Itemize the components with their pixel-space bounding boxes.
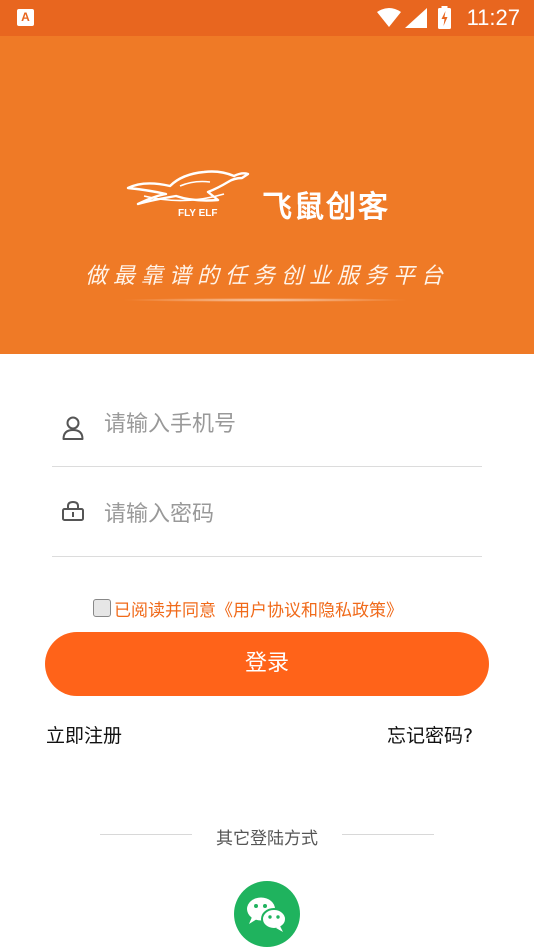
password-input[interactable] [104,494,464,534]
status-bar: A 11:27 [0,0,534,36]
signal-icon [405,8,427,28]
phone-input[interactable] [104,404,464,444]
register-link[interactable]: 立即注册 [46,721,122,748]
status-time: 11:27 [466,5,520,30]
brand-name: 飞鼠创客 [262,190,390,225]
slogan-underline [120,298,410,302]
wechat-icon [247,897,287,932]
lock-icon [62,501,84,521]
password-field [52,466,482,557]
agreement-text[interactable]: 已阅读并同意《用户协议和隐私政策》 [114,596,403,621]
agreement-checkbox[interactable] [93,599,111,617]
login-button[interactable]: 登录 [45,632,489,696]
slogan: 做最靠谱的任务创业服务平台 [84,264,449,289]
app-notification-icon: A [17,9,34,26]
agreement-row: 已阅读并同意《用户协议和隐私政策》 [93,595,403,621]
forgot-password-link[interactable]: 忘记密码? [387,721,473,748]
other-login-title: 其它登陆方式 [216,829,318,849]
divider-right [342,834,434,835]
user-icon [62,416,84,440]
phone-field [52,376,482,467]
wechat-login-button[interactable] [234,881,300,947]
wifi-icon [377,8,401,27]
header-banner: FLY ELF 飞鼠创客 做最靠谱的任务创业服务平台 [0,36,534,354]
battery-icon [438,6,451,29]
fly-elf-logo-icon: FLY ELF [126,170,250,219]
logo-caption: FLY ELF [178,208,217,219]
